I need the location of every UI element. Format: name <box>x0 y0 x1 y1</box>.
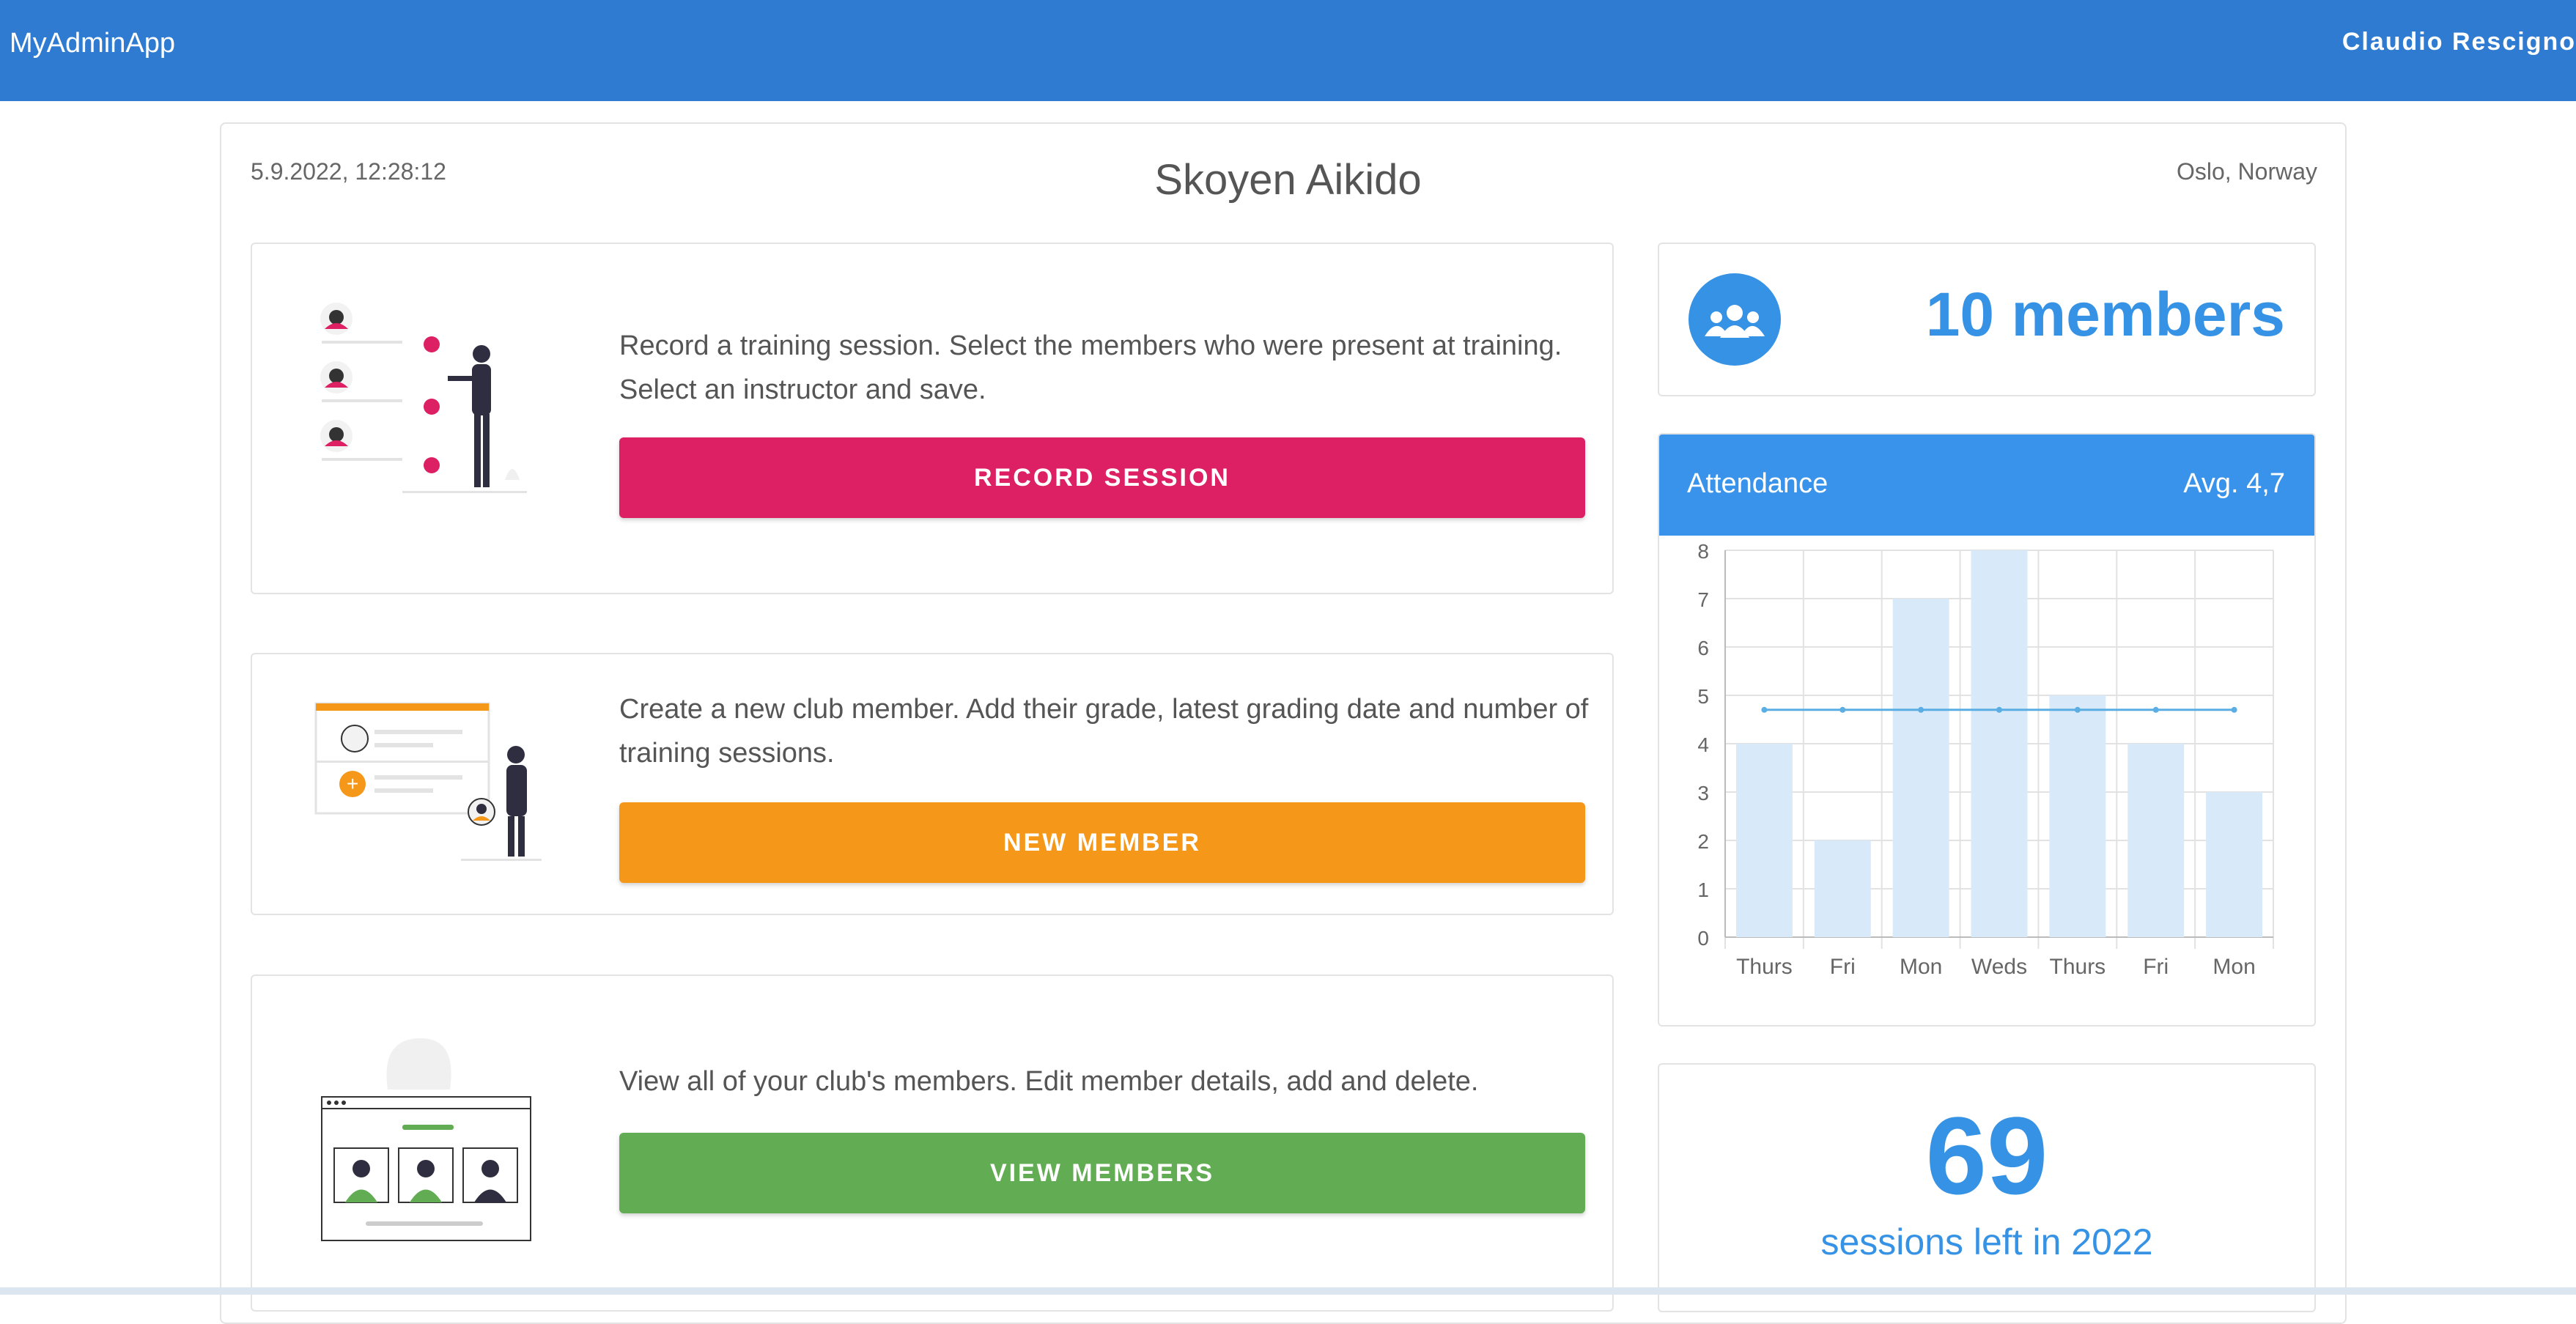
view-members-button[interactable]: VIEW MEMBERS <box>619 1133 1585 1213</box>
average-point <box>1839 706 1846 713</box>
view-members-description: View all of your club's members. Edit me… <box>619 1066 1479 1097</box>
bar <box>1735 744 1793 937</box>
average-point <box>2152 706 2159 713</box>
record-session-button[interactable]: RECORD SESSION <box>619 437 1585 518</box>
new-member-illustration: + <box>314 702 542 861</box>
sessions-left-card: 69 sessions left in 2022 <box>1658 1063 2316 1312</box>
group-icon <box>1705 305 1765 338</box>
attendance-title: Attendance <box>1687 468 1828 499</box>
x-tick-label: Thurs <box>1736 955 1793 979</box>
average-point <box>2074 706 2081 713</box>
attendance-chart: 0 1 2 3 4 5 6 7 8 Thurs Fri Mon Weds Thurs Fri Mon <box>1697 540 2274 979</box>
y-tick-label: 0 <box>1697 927 1709 950</box>
attendance-header: Attendance Avg. 4,7 <box>1659 434 2314 536</box>
bar <box>1814 840 1871 937</box>
checklist-illustration <box>320 303 527 493</box>
club-location: Oslo, Norway <box>2176 158 2317 185</box>
bar <box>1892 599 1949 937</box>
average-point <box>1918 706 1924 713</box>
view-members-card: View all of your club's members. Edit me… <box>251 974 1614 1312</box>
x-tick-label: Mon <box>2213 955 2255 979</box>
y-tick-label: 5 <box>1697 685 1709 708</box>
x-tick-label: Fri <box>2143 955 2169 979</box>
bar <box>2127 744 2185 937</box>
y-tick-label: 7 <box>1697 588 1709 611</box>
y-tick-label: 4 <box>1697 733 1709 756</box>
y-tick-label: 2 <box>1697 830 1709 853</box>
svg-text:+: + <box>347 772 358 795</box>
bar <box>2049 695 2106 937</box>
new-member-description: Create a new club member. Add their grad… <box>619 694 1589 769</box>
bar <box>2206 792 2263 937</box>
record-session-description: Record a training session. Select the me… <box>619 330 1562 405</box>
y-tick-label: 8 <box>1697 540 1709 563</box>
y-tick-label: 1 <box>1697 879 1709 901</box>
app-brand[interactable]: MyAdminApp <box>10 28 175 59</box>
members-badge <box>1689 273 1781 366</box>
y-tick-label: 6 <box>1697 637 1709 659</box>
members-count: 10 members <box>1925 280 2285 349</box>
average-point <box>1761 706 1768 713</box>
x-tick-label: Fri <box>1830 955 1856 979</box>
members-count-card: 10 members <box>1658 243 2316 396</box>
top-navbar: MyAdminApp Claudio Rescigno <box>0 0 2576 101</box>
x-tick-label: Weds <box>1971 955 2027 979</box>
average-point <box>2231 706 2237 713</box>
x-tick-label: Mon <box>1900 955 1942 979</box>
record-session-card: Record a training session. Select the me… <box>251 243 1614 594</box>
members-grid-illustration <box>321 1038 531 1241</box>
new-member-button[interactable]: NEW MEMBER <box>619 802 1585 883</box>
sessions-left-number: 69 <box>1925 1094 2048 1217</box>
average-point <box>1996 706 2002 713</box>
new-member-card: + Create a new club member. Add their gr… <box>251 653 1614 915</box>
y-tick-label: 3 <box>1697 782 1709 805</box>
attendance-average: Avg. 4,7 <box>2183 468 2285 499</box>
sessions-left-label: sessions left in 2022 <box>1820 1221 2153 1262</box>
horizontal-scrollbar[interactable] <box>0 1287 2576 1295</box>
x-tick-label: Thurs <box>2050 955 2106 979</box>
user-name[interactable]: Claudio Rescigno <box>2342 28 2576 56</box>
attendance-card: Attendance Avg. 4,7 0 1 2 3 4 5 6 7 8 Thurs Fri Mon… <box>1658 433 2316 1027</box>
bar <box>1971 550 2028 937</box>
